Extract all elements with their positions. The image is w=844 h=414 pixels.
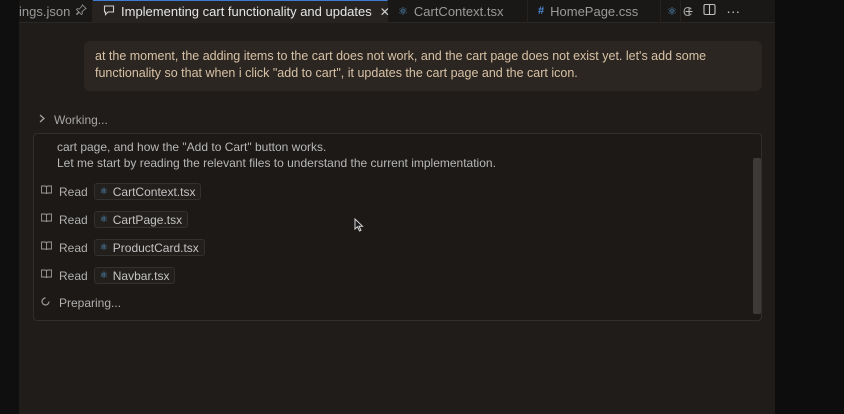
react-icon: ⚛ bbox=[99, 242, 108, 252]
tab-label: ings.json bbox=[19, 3, 71, 19]
tab-implementing-cart[interactable]: Implementing cart functionality and upda… bbox=[93, 0, 390, 23]
book-icon bbox=[41, 241, 53, 254]
left-edge-strip bbox=[0, 0, 19, 414]
spinner-icon bbox=[41, 297, 53, 309]
react-icon: ⚛ bbox=[99, 214, 108, 224]
tab-settings-json[interactable]: ings.json bbox=[19, 0, 93, 23]
file-name: ProductCard.tsx bbox=[112, 240, 199, 255]
working-label: Working... bbox=[54, 113, 108, 127]
tab-label: CartContext.tsx bbox=[413, 3, 504, 19]
more-actions-icon[interactable]: ··· bbox=[726, 3, 740, 19]
read-step: Read ⚛ Navbar.tsx bbox=[41, 267, 176, 284]
panel-scrollbar[interactable] bbox=[753, 158, 761, 314]
tab-actions: + ··· bbox=[685, 3, 740, 19]
chat-icon bbox=[103, 4, 115, 19]
file-name: CartContext.tsx bbox=[112, 184, 196, 199]
file-name: CartPage.tsx bbox=[112, 212, 183, 227]
mouse-cursor-icon bbox=[354, 217, 364, 232]
file-chip-cartcontext[interactable]: ⚛ CartContext.tsx bbox=[93, 183, 202, 200]
book-icon bbox=[41, 269, 53, 282]
read-label: Read bbox=[59, 268, 88, 283]
user-message-line: functionality so that when i click "add … bbox=[95, 66, 578, 80]
read-step: Read ⚛ ProductCard.tsx bbox=[41, 239, 205, 256]
chat-window: ings.json Implementing cart functionalit… bbox=[19, 0, 775, 414]
react-icon: ⚛ bbox=[99, 186, 108, 196]
read-label: Read bbox=[59, 184, 88, 199]
react-icon: ⚛ bbox=[99, 270, 108, 280]
tab-cartcontext[interactable]: ⚛ CartContext.tsx bbox=[388, 0, 528, 23]
working-toggle[interactable]: Working... bbox=[38, 113, 108, 127]
pin-icon[interactable] bbox=[76, 4, 88, 18]
file-chip-productcard[interactable]: ⚛ ProductCard.tsx bbox=[93, 239, 205, 256]
chevron-right-icon bbox=[38, 114, 46, 126]
react-icon: ⚛ bbox=[398, 5, 408, 18]
book-icon bbox=[41, 213, 53, 226]
preparing-label: Preparing... bbox=[59, 296, 122, 310]
preparing-status: Preparing... bbox=[41, 296, 121, 310]
tab-overflow[interactable]: ⚛ C bbox=[661, 0, 692, 23]
file-chip-navbar[interactable]: ⚛ Navbar.tsx bbox=[93, 267, 176, 284]
user-message: at the moment, the adding items to the c… bbox=[84, 41, 762, 91]
assistant-text: cart page, and how the "Add to Cart" but… bbox=[57, 140, 327, 154]
read-label: Read bbox=[59, 212, 88, 227]
read-step: Read ⚛ CartContext.tsx bbox=[41, 183, 202, 200]
file-chip-cartpage[interactable]: ⚛ CartPage.tsx bbox=[93, 211, 189, 228]
split-editor-icon[interactable] bbox=[703, 3, 716, 19]
assistant-text: Let me start by reading the relevant fil… bbox=[57, 156, 496, 170]
file-name: Navbar.tsx bbox=[112, 268, 170, 283]
right-edge-strip bbox=[775, 0, 844, 414]
tab-homepage-css[interactable]: # HomePage.css bbox=[528, 0, 661, 23]
read-label: Read bbox=[59, 240, 88, 255]
tab-bar: ings.json Implementing cart functionalit… bbox=[19, 0, 775, 23]
add-icon[interactable]: + bbox=[685, 3, 693, 19]
tab-label: HomePage.css bbox=[550, 3, 639, 19]
hash-icon: # bbox=[538, 5, 545, 17]
working-panel: cart page, and how the "Add to Cart" but… bbox=[33, 133, 762, 321]
react-icon: ⚛ bbox=[667, 5, 677, 18]
read-step: Read ⚛ CartPage.tsx bbox=[41, 211, 189, 228]
user-message-line: at the moment, the adding items to the c… bbox=[95, 49, 707, 63]
tab-label: Implementing cart functionality and upda… bbox=[121, 4, 372, 19]
book-icon bbox=[41, 185, 53, 198]
